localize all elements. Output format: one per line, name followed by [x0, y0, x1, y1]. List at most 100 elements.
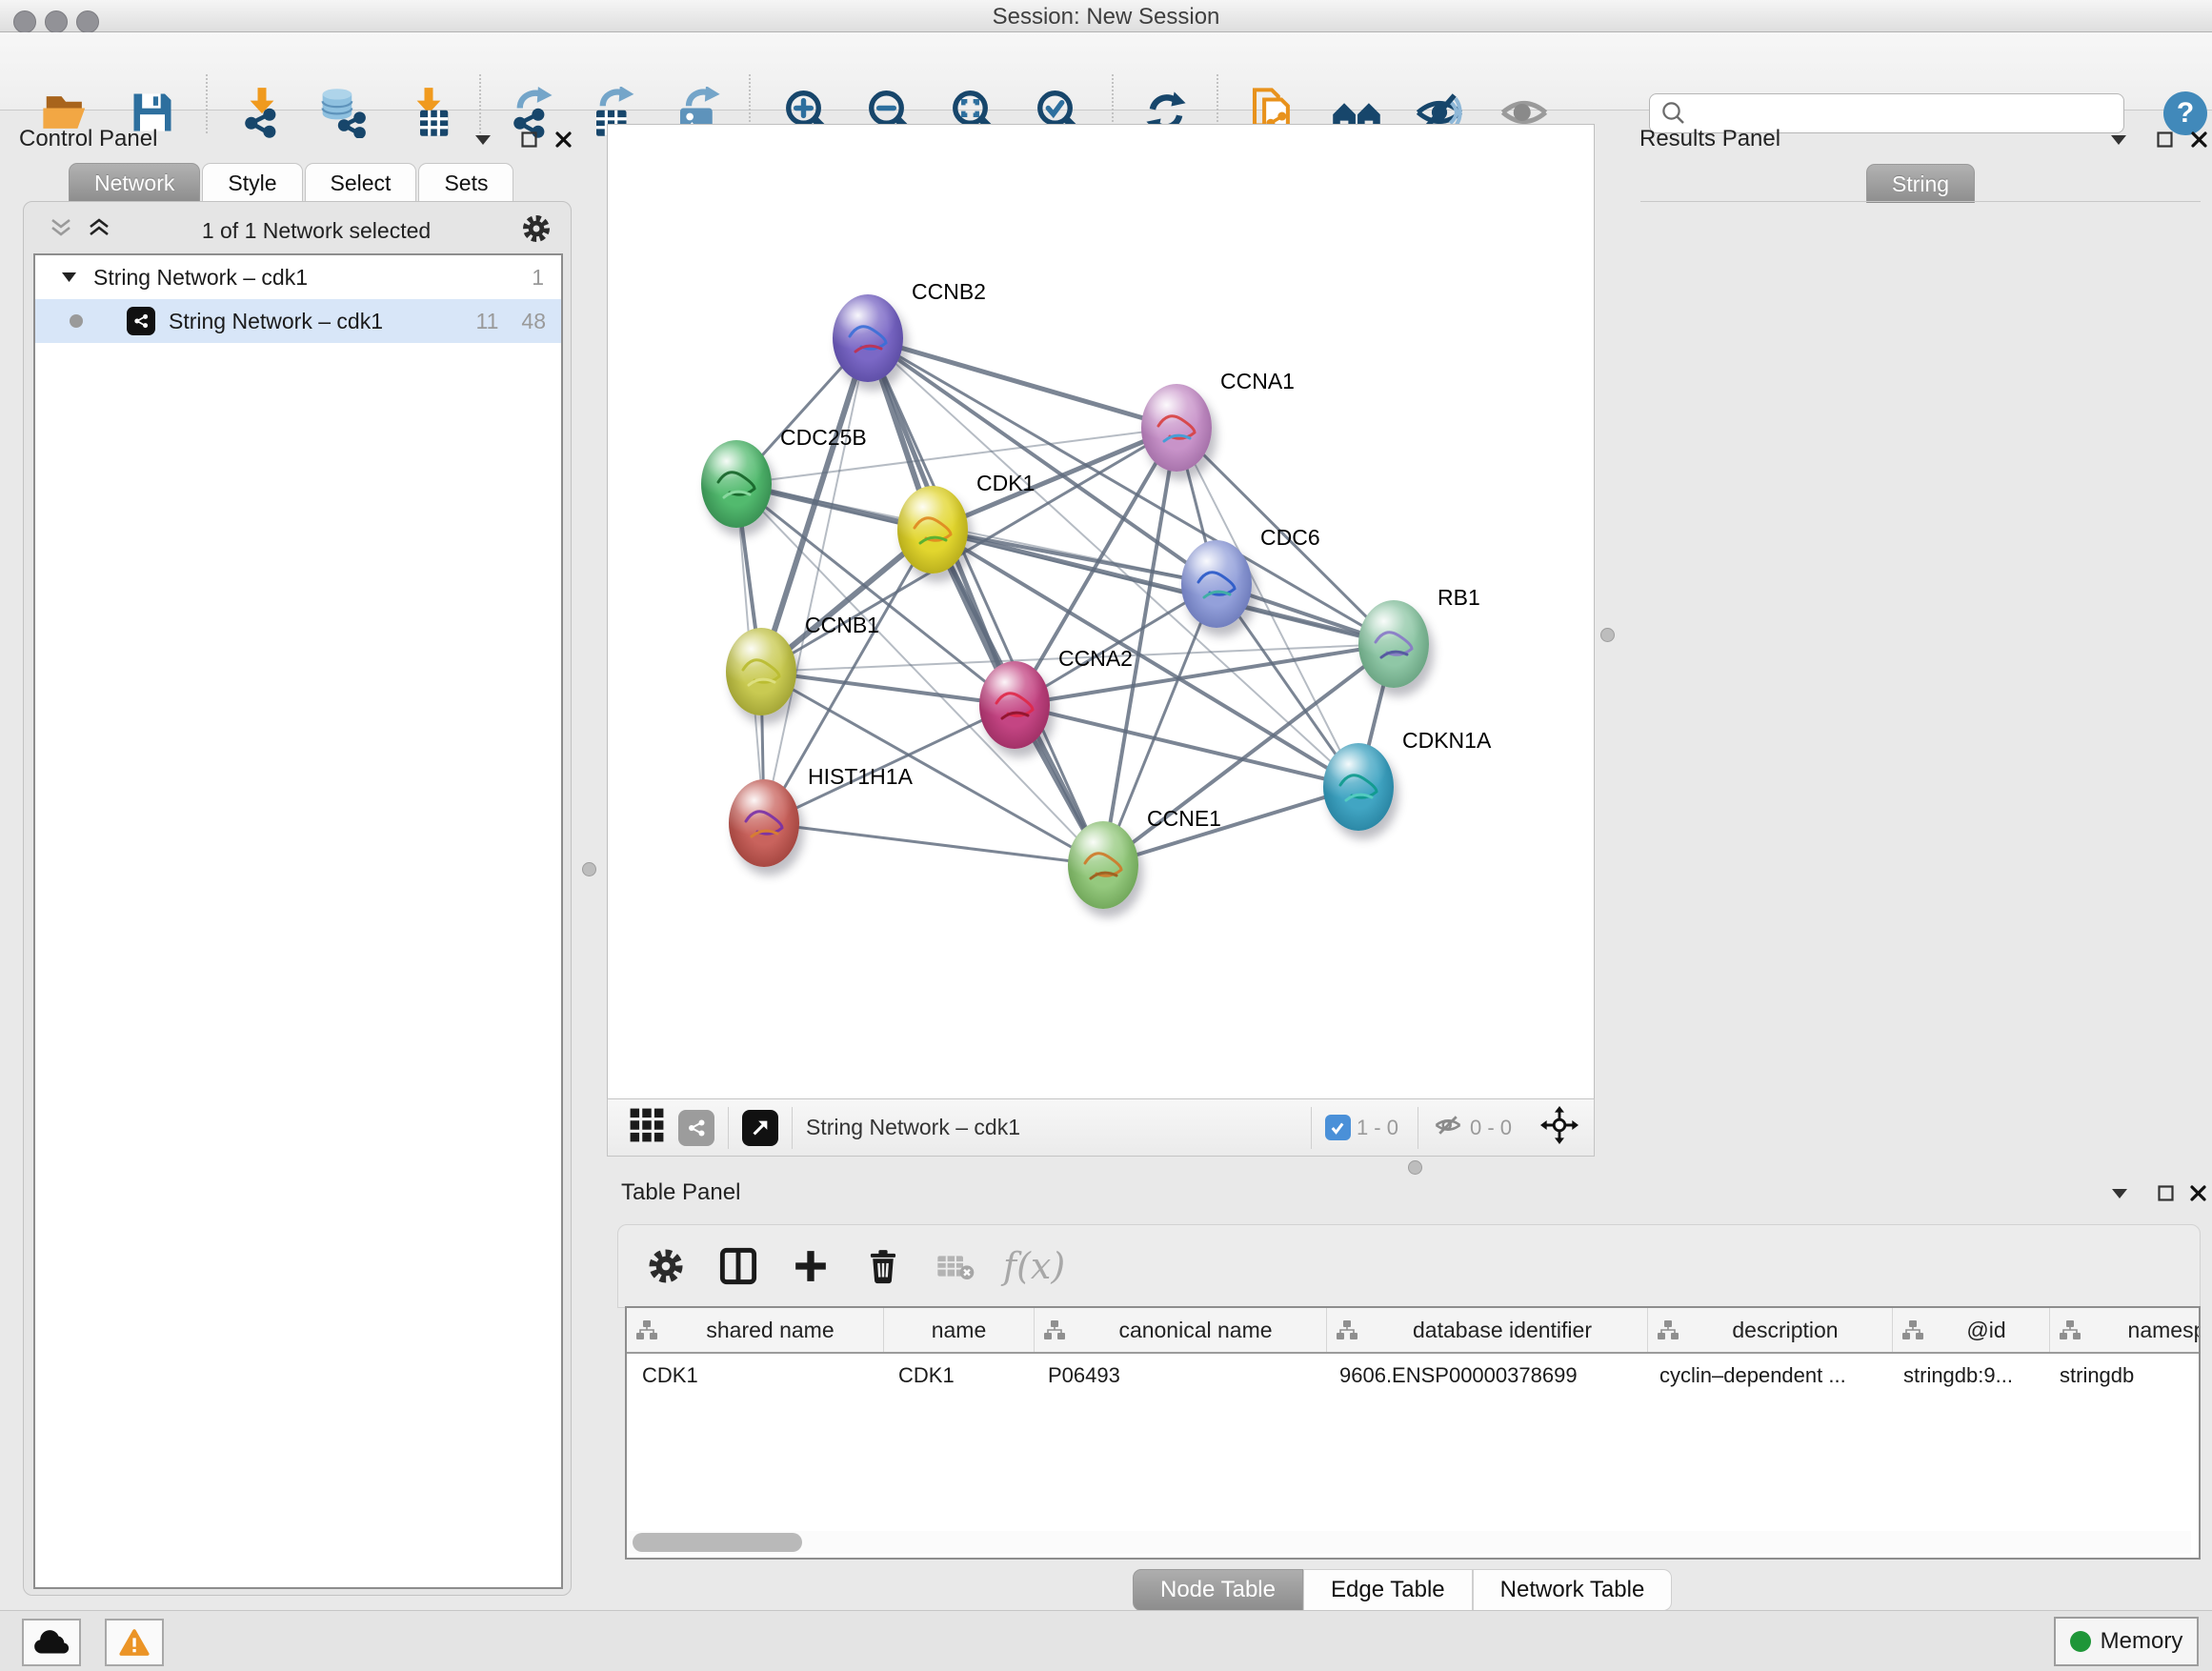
protein-ribbon-thumb	[897, 486, 968, 574]
results-panel-float-button[interactable]	[2152, 127, 2177, 151]
edge-HIST1H1A-CCNE1[interactable]	[764, 823, 1103, 865]
node-CDC25B[interactable]	[701, 440, 772, 528]
node-label-CCNB1: CCNB1	[805, 613, 879, 638]
network-collection-row[interactable]: String Network – cdk11	[35, 255, 561, 299]
control-panel: Control Panel NetworkStyleSelectSets 1 o…	[8, 116, 570, 1602]
selected-nodes-checkbox[interactable]	[1325, 1115, 1351, 1140]
network-edges	[608, 125, 1594, 1099]
collapse-all-networks-icon[interactable]	[49, 217, 73, 245]
edge-CDKN1A-CCNE1[interactable]	[1103, 787, 1358, 865]
tab-sets[interactable]: Sets	[418, 163, 513, 202]
column-header-namespace[interactable]: namespace	[2050, 1308, 2201, 1352]
node-label-CCNA1: CCNA1	[1220, 369, 1295, 394]
node-CCNE1[interactable]	[1068, 821, 1138, 909]
tab-select[interactable]: Select	[305, 163, 417, 202]
table-panel-collapse-button[interactable]	[2107, 1181, 2132, 1206]
tab-style[interactable]: Style	[202, 163, 302, 202]
table-settings-gear-icon[interactable]	[641, 1241, 691, 1291]
tab-network[interactable]: Network	[69, 163, 200, 202]
edge-CCNB2-HIST1H1A[interactable]	[764, 338, 868, 823]
horizontal-splitter-handle[interactable]	[1408, 1160, 1422, 1175]
memory-button[interactable]: Memory	[2054, 1617, 2199, 1666]
cell-namespace[interactable]: stringdb	[2044, 1363, 2201, 1388]
control-panel-title: Control Panel	[19, 126, 157, 152]
tab-network-table[interactable]: Network Table	[1473, 1569, 1673, 1611]
results-panel-close-button[interactable]	[2186, 127, 2211, 151]
warnings-button[interactable]	[105, 1619, 164, 1666]
cell-description[interactable]: cyclin–dependent ...	[1644, 1363, 1888, 1388]
column-header--id[interactable]: @id	[1893, 1308, 2050, 1352]
protein-ribbon-thumb	[701, 440, 772, 528]
cell-database-identifier[interactable]: 9606.ENSP00000378699	[1324, 1363, 1644, 1388]
column-header-label: shared name	[657, 1318, 883, 1343]
cloud-status-button[interactable]	[22, 1619, 81, 1666]
cell-name[interactable]: CDK1	[883, 1363, 1033, 1388]
show-columns-icon[interactable]	[714, 1241, 763, 1291]
column-header-label: @id	[1923, 1318, 2049, 1343]
expand-all-networks-icon[interactable]	[87, 217, 111, 245]
column-header-name[interactable]: name	[884, 1308, 1035, 1352]
table-row[interactable]: CDK1CDK1P064939606.ENSP00000378699cyclin…	[627, 1354, 2199, 1397]
birdseye-navigator-icon[interactable]	[1540, 1106, 1579, 1149]
cell-shared-name[interactable]: CDK1	[627, 1363, 883, 1388]
network-tree: String Network – cdk11String Network – c…	[33, 253, 563, 1589]
table-panel-close-button[interactable]	[2185, 1180, 2210, 1205]
node-CCNB1[interactable]	[726, 628, 796, 715]
cell--id[interactable]: stringdb:9...	[1888, 1363, 2044, 1388]
column-header-label: name	[884, 1318, 1034, 1343]
control-panel-tabs: NetworkStyleSelectSets	[69, 163, 513, 202]
network-type-icon	[127, 307, 155, 335]
node-table[interactable]: shared namenamecanonical name database id…	[625, 1306, 2201, 1560]
node-RB1[interactable]	[1358, 600, 1429, 688]
control-panel-collapse-button[interactable]	[471, 128, 495, 152]
table-panel-float-button[interactable]	[2153, 1180, 2178, 1205]
table-toolbar: f(x)	[617, 1224, 2201, 1308]
grid-mode-icon[interactable]	[629, 1107, 665, 1148]
node-CCNB2[interactable]	[833, 294, 903, 382]
network-row[interactable]: String Network – cdk11148	[35, 299, 561, 343]
tab-edge-table[interactable]: Edge Table	[1303, 1569, 1473, 1611]
right-splitter-handle[interactable]	[1600, 628, 1615, 642]
table-hscrollbar-thumb[interactable]	[633, 1533, 802, 1552]
cloud-icon	[31, 1628, 71, 1657]
delete-column-trash-icon[interactable]	[858, 1241, 908, 1291]
create-column-icon[interactable]	[786, 1241, 835, 1291]
hidden-items-eye-slash-icon[interactable]	[1432, 1111, 1464, 1144]
cell-canonical-name[interactable]: P06493	[1033, 1363, 1324, 1388]
table-tabs: Node TableEdge TableNetwork Table	[1133, 1569, 1672, 1611]
column-header-shared-name[interactable]: shared name	[627, 1308, 884, 1352]
control-panel-float-button[interactable]	[516, 127, 541, 151]
network-options-gear-icon[interactable]	[521, 213, 552, 249]
results-panel-collapse-button[interactable]	[2106, 128, 2131, 152]
function-builder-icon: f(x)	[1003, 1241, 1065, 1291]
memory-status-dot	[2070, 1631, 2091, 1652]
table-body: CDK1CDK1P064939606.ENSP00000378699cyclin…	[627, 1354, 2199, 1397]
network-canvas[interactable]: CCNB2CCNA1CDC25BCDK1CDC6RB1CCNB1CCNA2CDK…	[607, 124, 1595, 1100]
tab-node-table[interactable]: Node Table	[1133, 1569, 1303, 1611]
network-badge-icon[interactable]	[678, 1110, 714, 1146]
edge-CCNB1-CCNA2[interactable]	[761, 672, 1015, 705]
column-header-description[interactable]: description	[1648, 1308, 1893, 1352]
column-header-canonical-name[interactable]: canonical name	[1035, 1308, 1327, 1352]
main-toolbar: ?	[0, 32, 2212, 111]
protein-ribbon-thumb	[1323, 743, 1394, 831]
column-namespace-icon	[636, 1320, 657, 1339]
node-HIST1H1A[interactable]	[729, 779, 799, 867]
table-hscrollbar[interactable]	[629, 1531, 2191, 1554]
edge-CCNB2-CCNA1[interactable]	[868, 338, 1176, 428]
control-panel-close-button[interactable]	[551, 127, 575, 151]
edge-CCNA2-CDKN1A[interactable]	[1015, 705, 1358, 787]
left-splitter-handle[interactable]	[582, 862, 596, 876]
tab-string[interactable]: String	[1866, 164, 1975, 203]
node-CDC6[interactable]	[1181, 540, 1252, 628]
collection-expander-icon[interactable]	[62, 272, 76, 282]
node-CCNA1[interactable]	[1141, 384, 1212, 472]
protein-ribbon-thumb	[833, 294, 903, 382]
node-CCNA2[interactable]	[979, 661, 1050, 749]
node-CDKN1A[interactable]	[1323, 743, 1394, 831]
open-in-new-window-icon[interactable]	[742, 1110, 778, 1146]
table-panel: Table Panel f(x) shared namenamecanonica…	[617, 1178, 2201, 1608]
node-CDK1[interactable]	[897, 486, 968, 574]
column-header-database-identifier[interactable]: database identifier	[1327, 1308, 1648, 1352]
column-header-label: database identifier	[1357, 1318, 1647, 1343]
